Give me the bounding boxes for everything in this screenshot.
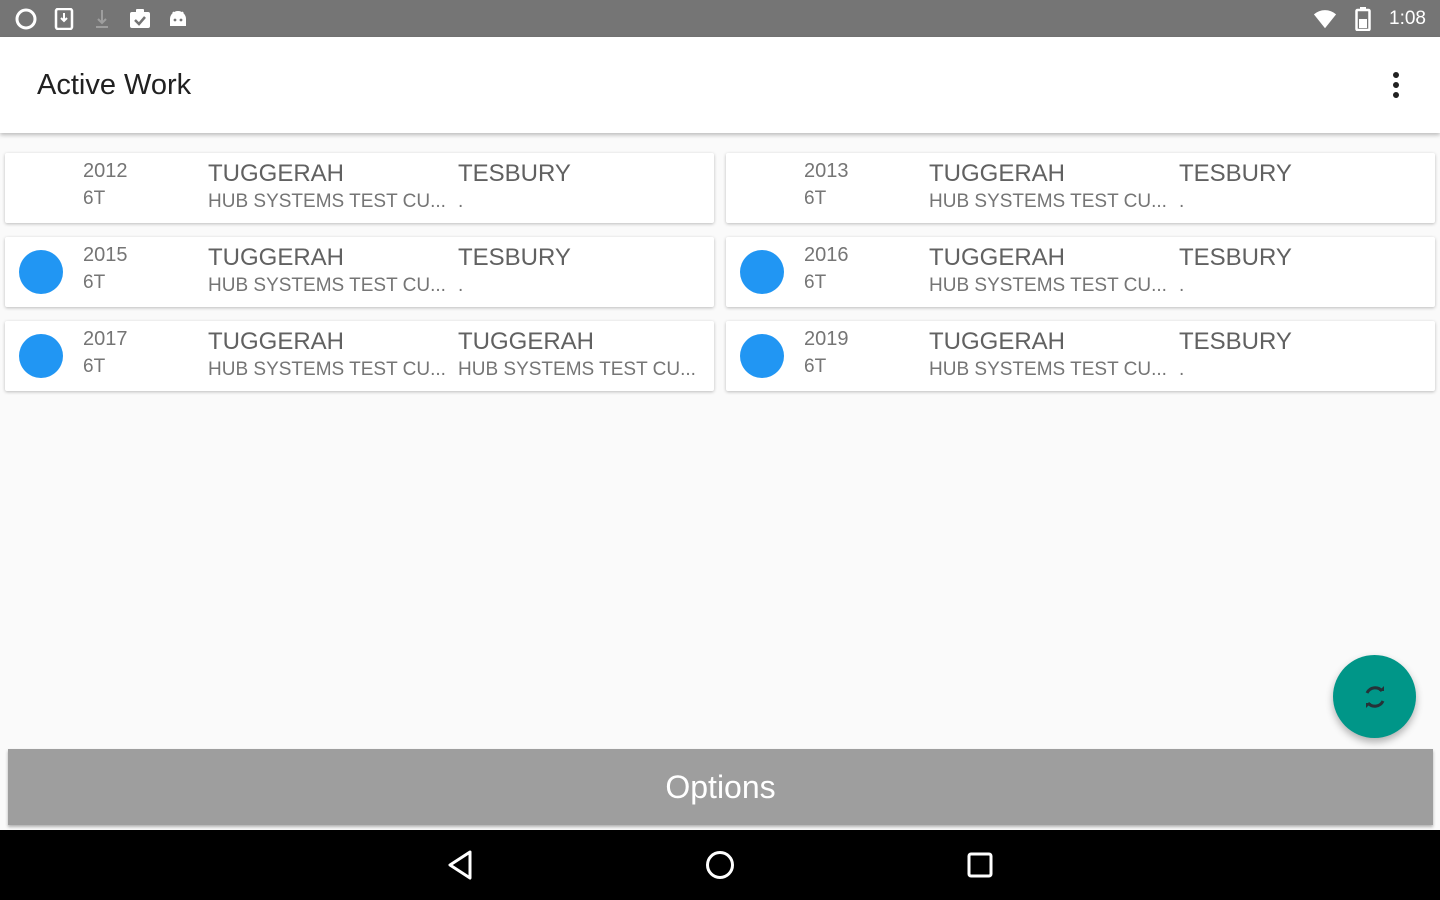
pickup-client: HUB SYSTEMS TEST CU... bbox=[929, 275, 1167, 296]
sync-circle-icon bbox=[14, 7, 38, 31]
delivery-client: HUB SYSTEMS TEST CU... bbox=[458, 359, 696, 380]
job-card[interactable]: 2019 6T TUGGERAH HUB SYSTEMS TEST CU... … bbox=[726, 321, 1435, 391]
job-number: 2015 bbox=[83, 244, 128, 266]
clipboard-check-icon bbox=[128, 7, 152, 31]
pickup-site: TUGGERAH bbox=[929, 160, 1066, 187]
job-number: 2017 bbox=[83, 328, 128, 350]
delivery-client: . bbox=[1179, 359, 1185, 380]
job-list: 2012 6T TUGGERAH HUB SYSTEMS TEST CU... … bbox=[5, 153, 1436, 391]
back-icon bbox=[448, 850, 472, 880]
job-code: 6T bbox=[83, 272, 106, 293]
pickup-client: HUB SYSTEMS TEST CU... bbox=[929, 359, 1167, 380]
job-status-indicator bbox=[740, 250, 784, 294]
delivery-client: . bbox=[458, 275, 464, 296]
pickup-client: HUB SYSTEMS TEST CU... bbox=[929, 191, 1167, 212]
job-code: 6T bbox=[83, 356, 106, 377]
sync-button[interactable] bbox=[1333, 655, 1416, 738]
job-card[interactable]: 2016 6T TUGGERAH HUB SYSTEMS TEST CU... … bbox=[726, 237, 1435, 307]
job-card[interactable]: 2015 6T TUGGERAH HUB SYSTEMS TEST CU... … bbox=[5, 237, 714, 307]
status-bar: 1:08 bbox=[0, 0, 1440, 37]
delivery-client: . bbox=[1179, 191, 1185, 212]
app-bar: Active Work bbox=[0, 37, 1440, 133]
delivery-site: TESBURY bbox=[458, 244, 571, 271]
delivery-site: TESBURY bbox=[458, 160, 571, 187]
download-icon bbox=[90, 7, 114, 31]
pickup-site: TUGGERAH bbox=[208, 244, 345, 271]
sync-icon bbox=[1365, 685, 1384, 708]
status-left-icons bbox=[14, 7, 190, 31]
page-title: Active Work bbox=[37, 68, 192, 101]
job-number: 2019 bbox=[804, 328, 849, 350]
pickup-site: TUGGERAH bbox=[208, 160, 345, 187]
android-icon bbox=[166, 7, 190, 31]
recents-button[interactable] bbox=[950, 835, 1010, 895]
job-card[interactable]: 2017 6T TUGGERAH HUB SYSTEMS TEST CU... … bbox=[5, 321, 714, 391]
pickup-site: TUGGERAH bbox=[208, 328, 345, 355]
job-code: 6T bbox=[804, 356, 827, 377]
navigation-bar bbox=[0, 830, 1440, 900]
status-right-icons: 1:08 bbox=[1313, 6, 1426, 31]
overflow-menu-button[interactable] bbox=[1378, 61, 1414, 109]
job-number: 2016 bbox=[804, 244, 849, 266]
job-number: 2012 bbox=[83, 160, 128, 182]
job-number: 2013 bbox=[804, 160, 849, 182]
pickup-site: TUGGERAH bbox=[929, 244, 1066, 271]
job-card[interactable]: 2013 6T TUGGERAH HUB SYSTEMS TEST CU... … bbox=[726, 153, 1435, 223]
delivery-site: TESBURY bbox=[1179, 160, 1292, 187]
job-code: 6T bbox=[804, 272, 827, 293]
pickup-client: HUB SYSTEMS TEST CU... bbox=[208, 275, 446, 296]
recents-icon bbox=[967, 852, 993, 878]
status-time: 1:08 bbox=[1389, 7, 1426, 29]
options-button[interactable]: Options bbox=[8, 749, 1433, 825]
job-status-indicator bbox=[740, 334, 784, 378]
home-icon bbox=[706, 851, 734, 879]
pickup-site: TUGGERAH bbox=[929, 328, 1066, 355]
delivery-site: TUGGERAH bbox=[458, 328, 595, 355]
job-card[interactable]: 2012 6T TUGGERAH HUB SYSTEMS TEST CU... … bbox=[5, 153, 714, 223]
job-status-indicator bbox=[19, 334, 63, 378]
delivery-client: . bbox=[458, 191, 464, 212]
pickup-client: HUB SYSTEMS TEST CU... bbox=[208, 191, 446, 212]
job-status-indicator bbox=[19, 250, 63, 294]
delivery-site: TESBURY bbox=[1179, 244, 1292, 271]
job-code: 6T bbox=[83, 188, 106, 209]
pickup-client: HUB SYSTEMS TEST CU... bbox=[208, 359, 446, 380]
home-button[interactable] bbox=[690, 835, 750, 895]
sim-download-icon bbox=[52, 7, 76, 31]
battery-icon bbox=[1351, 6, 1375, 31]
job-code: 6T bbox=[804, 188, 827, 209]
wifi-icon bbox=[1313, 7, 1337, 31]
delivery-site: TESBURY bbox=[1179, 328, 1292, 355]
more-vert-icon bbox=[1393, 72, 1399, 98]
back-button[interactable] bbox=[430, 835, 490, 895]
delivery-client: . bbox=[1179, 275, 1185, 296]
